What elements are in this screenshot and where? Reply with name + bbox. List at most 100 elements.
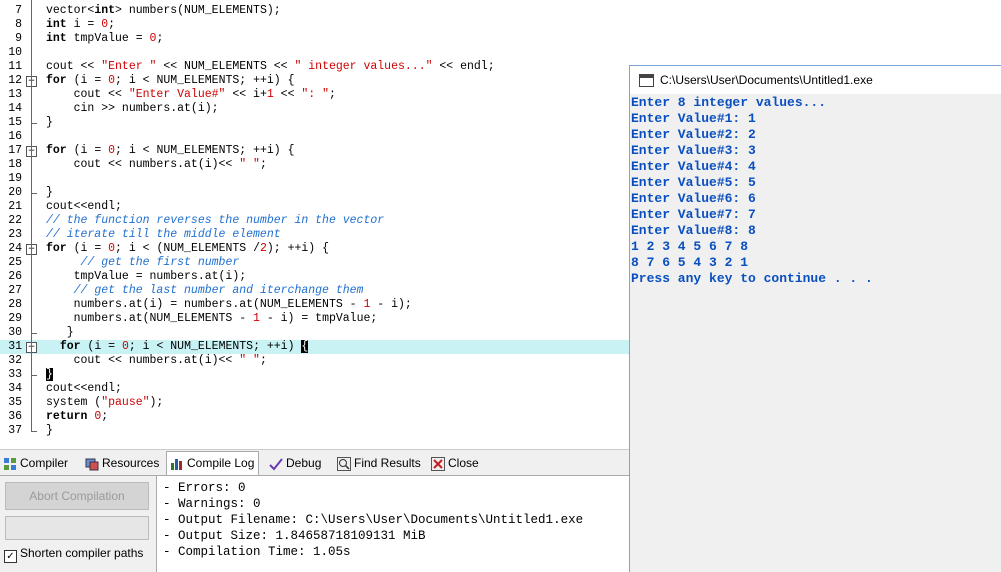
code-text: vector<int> numbers(NUM_ELEMENTS); [46, 4, 281, 17]
fold-end-marker [31, 431, 37, 432]
code-text: } [46, 186, 53, 199]
debug-check-icon [269, 456, 283, 471]
line-number: 35 [8, 396, 22, 409]
compile-progress-bar [5, 516, 149, 540]
log-line: - Output Filename: C:\Users\User\Documen… [163, 513, 584, 527]
console-line: Enter Value#8: 8 [631, 223, 756, 238]
tab-resources[interactable]: Resources [82, 452, 163, 474]
code-text: cout<<endl; [46, 382, 122, 395]
code-text: } [46, 116, 53, 129]
console-line: Enter Value#2: 2 [631, 127, 756, 142]
code-text: cout<<endl; [46, 200, 122, 213]
console-line: 1 2 3 4 5 6 7 8 [631, 239, 749, 254]
code-text: tmpValue = numbers.at(i); [46, 270, 247, 283]
line-number: 13 [8, 88, 22, 101]
code-text: // iterate till the middle element [46, 228, 281, 241]
code-text: for (i = 0; i < NUM_ELEMENTS; ++i) { [46, 144, 295, 157]
tab-compile-log[interactable]: Compile Log [166, 451, 260, 477]
console-line: Enter Value#5: 5 [631, 175, 756, 190]
close-icon [431, 456, 445, 471]
line-number: 20 [8, 186, 22, 199]
line-number: 17 [8, 144, 22, 157]
console-title-bar[interactable]: C:\Users\User\Documents\Untitled1.exe [630, 66, 1001, 94]
console-line: Enter Value#1: 1 [631, 111, 756, 126]
code-text: // the function reverses the number in t… [46, 214, 385, 227]
fold-guide-line [31, 0, 32, 431]
code-text: return 0; [46, 410, 109, 423]
shorten-compiler-paths-checkbox[interactable]: ✓ Shorten compiler paths [4, 546, 143, 563]
code-text: for (i = 0; i < NUM_ELEMENTS; ++i) { [46, 74, 295, 87]
console-line: Enter Value#4: 4 [631, 159, 756, 174]
line-number: 29 [8, 312, 22, 325]
line-number: 22 [8, 214, 22, 227]
tab-debug[interactable]: Debug [266, 452, 325, 474]
log-line: - Compilation Time: 1.05s [163, 545, 351, 559]
find-magnifier-icon [337, 456, 351, 471]
abort-compilation-button[interactable]: Abort Compilation [5, 482, 149, 510]
tab-label: Resources [102, 456, 160, 470]
line-number: 30 [8, 326, 22, 339]
line-number: 8 [15, 18, 22, 31]
compile-log-output[interactable]: - Errors: 0 - Warnings: 0 - Output Filenam… [156, 476, 631, 572]
code-text: system ("pause"); [46, 396, 164, 409]
compiler-grid-icon [3, 456, 17, 470]
line-number: 28 [8, 298, 22, 311]
checkbox-check-icon[interactable]: ✓ [4, 550, 17, 563]
line-number: 36 [8, 410, 22, 423]
code-text: numbers.at(NUM_ELEMENTS - 1 - i) = tmpVa… [46, 312, 378, 325]
code-text: } [46, 368, 53, 382]
line-number: 15 [8, 116, 22, 129]
tab-label: Close [448, 456, 479, 470]
tab-find-results[interactable]: Find Results [334, 452, 425, 474]
line-number: 14 [8, 102, 22, 115]
tab-close[interactable]: Close [428, 452, 483, 474]
line-number: 25 [8, 256, 22, 269]
line-number: 31 [8, 340, 22, 353]
line-number: 27 [8, 284, 22, 297]
line-number: 26 [8, 270, 22, 283]
code-text: cout << "Enter Value#" << i+1 << ": "; [46, 88, 336, 101]
line-number: 10 [8, 46, 22, 59]
code-text: cout << numbers.at(i)<< " "; [46, 354, 267, 367]
line-number: 7 [15, 4, 22, 17]
code-text: numbers.at(i) = numbers.at(NUM_ELEMENTS … [46, 298, 412, 311]
code-text: for (i = 0; i < (NUM_ELEMENTS /2); ++i) … [46, 242, 330, 255]
console-line: Press any key to continue . . . [631, 271, 873, 286]
line-number: 18 [8, 158, 22, 171]
log-line: - Output Size: 1.84658718109131 MiB [163, 529, 426, 543]
tab-label: Find Results [354, 456, 421, 470]
code-text: } [46, 424, 53, 437]
console-line: 8 7 6 5 4 3 2 1 [631, 255, 749, 270]
code-line-9[interactable]: 9 int tmpValue = 0; [0, 32, 1001, 46]
code-text: int tmpValue = 0; [46, 32, 164, 45]
bar-chart-icon [170, 456, 184, 470]
code-text: for (i = 0; i < NUM_ELEMENTS; ++i) { [59, 340, 309, 353]
console-line: Enter Value#7: 7 [631, 207, 756, 222]
code-text: cin >> numbers.at(i); [46, 102, 219, 115]
line-number: 12 [8, 74, 22, 87]
bracket-match-highlight: } [46, 368, 53, 381]
code-line-7[interactable]: 7 vector<int> numbers(NUM_ELEMENTS); [0, 4, 1001, 18]
resources-icon [85, 456, 99, 471]
line-number: 37 [8, 424, 22, 437]
tab-compiler[interactable]: Compiler [0, 452, 72, 474]
code-text: // get the last number and iterchange th… [73, 284, 364, 297]
shorten-compiler-paths-label: Shorten compiler paths [20, 546, 144, 560]
line-number: 21 [8, 200, 22, 213]
line-number: 23 [8, 228, 22, 241]
line-number: 32 [8, 354, 22, 367]
line-number: 24 [8, 242, 22, 255]
console-app-icon [639, 74, 654, 87]
log-line: - Warnings: 0 [163, 497, 261, 511]
code-text: cout << numbers.at(i)<< " "; [46, 158, 267, 171]
code-text: // get the first number [80, 256, 240, 269]
console-line: Enter 8 integer values... [631, 95, 827, 110]
console-title: C:\Users\User\Documents\Untitled1.exe [660, 73, 873, 87]
code-text: } [46, 326, 74, 339]
tab-label: Compiler [20, 456, 69, 470]
line-number: 19 [8, 172, 22, 185]
compile-log-panel: Abort Compilation ✓ Shorten compiler path… [0, 475, 631, 572]
console-window[interactable]: C:\Users\User\Documents\Untitled1.exe En… [629, 65, 1001, 572]
code-line-8[interactable]: 8 int i = 0; [0, 18, 1001, 32]
code-line-10[interactable]: 10 [0, 46, 1001, 60]
